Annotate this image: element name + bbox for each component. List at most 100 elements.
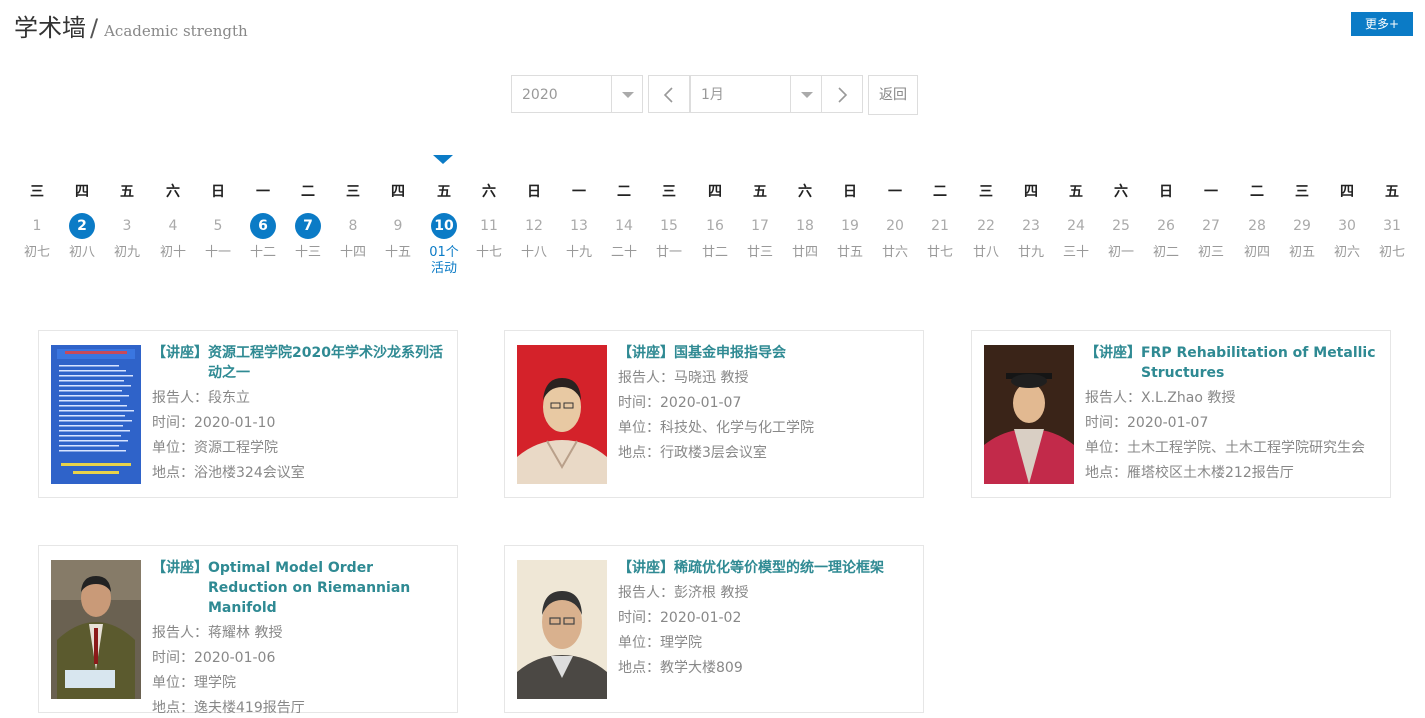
event-card[interactable]: 【讲座】 Optimal Model Order Reduction on Rie… xyxy=(38,545,458,716)
day-number[interactable]: 19 xyxy=(837,213,863,239)
day-number-event[interactable]: 7 xyxy=(295,213,321,239)
day-number[interactable]: 4 xyxy=(160,213,186,239)
day-number[interactable]: 23 xyxy=(1018,213,1044,239)
event-title: 国基金申报指导会 xyxy=(674,345,786,361)
event-title-link[interactable]: 【讲座】 稀疏优化等价模型的统一理论框架 xyxy=(618,558,913,578)
calendar-day[interactable]: 日 12 十八 xyxy=(514,182,554,261)
day-number[interactable]: 5 xyxy=(205,213,231,239)
weekday-label: 一 xyxy=(1204,184,1218,200)
activity-count[interactable]: 01个活动 xyxy=(429,245,459,277)
month-value: 1月 xyxy=(701,87,724,103)
calendar-day[interactable]: 四 23 廿九 xyxy=(1011,182,1051,261)
day-number[interactable]: 28 xyxy=(1244,213,1270,239)
lunar-date: 廿九 xyxy=(1017,245,1044,260)
day-number[interactable]: 20 xyxy=(882,213,908,239)
calendar-day[interactable]: 三 15 廿一 xyxy=(649,182,689,261)
day-number[interactable]: 22 xyxy=(973,213,999,239)
calendar-day[interactable]: 五 24 三十 xyxy=(1056,182,1096,261)
weekday-label: 二 xyxy=(617,184,631,200)
event-card[interactable]: 【讲座】 资源工程学院2020年学术沙龙系列活动之一 报告人：段东立 时间：2020-… xyxy=(38,330,458,498)
day-number-event[interactable]: 6 xyxy=(250,213,276,239)
day-number-event[interactable]: 10 xyxy=(431,213,457,239)
calendar-day[interactable]: 三 8 十四 xyxy=(333,182,373,261)
calendar-day[interactable]: 一 20 廿六 xyxy=(875,182,915,261)
month-select[interactable]: 1月 xyxy=(690,75,791,113)
calendar-day[interactable]: 三 22 廿八 xyxy=(966,182,1006,261)
event-unit: 单位：资源工程学院 xyxy=(152,440,278,456)
day-number-event[interactable]: 2 xyxy=(69,213,95,239)
prev-month-button[interactable] xyxy=(648,75,690,113)
calendar-day[interactable]: 四 9 十五 xyxy=(378,182,418,261)
calendar-day[interactable]: 五 10 01个活动 xyxy=(424,182,464,277)
more-button[interactable]: 更多+ xyxy=(1351,12,1413,36)
calendar-day[interactable]: 五 31 初七 xyxy=(1372,182,1412,261)
event-title-link[interactable]: 【讲座】 FRP Rehabilitation of Metallic Struc… xyxy=(1085,343,1380,383)
event-title-link[interactable]: 【讲座】 国基金申报指导会 xyxy=(618,343,913,363)
day-number[interactable]: 27 xyxy=(1198,213,1224,239)
lunar-date: 十二 xyxy=(249,245,276,260)
day-number[interactable]: 13 xyxy=(566,213,592,239)
day-number[interactable]: 9 xyxy=(385,213,411,239)
calendar-day[interactable]: 一 13 十九 xyxy=(559,182,599,261)
day-number[interactable]: 29 xyxy=(1289,213,1315,239)
event-poster-image[interactable] xyxy=(51,345,141,484)
calendar-day[interactable]: 日 5 十一 xyxy=(198,182,238,261)
day-number[interactable]: 21 xyxy=(927,213,953,239)
weekday-label: 六 xyxy=(482,184,496,200)
year-select[interactable]: 2020 xyxy=(511,75,612,113)
event-card[interactable]: 【讲座】 国基金申报指导会 报告人：马晓迅 教授 时间：2020-01-07 单位：科技… xyxy=(504,330,924,498)
month-dropdown-toggle[interactable] xyxy=(790,75,822,113)
event-title-link[interactable]: 【讲座】 Optimal Model Order Reduction on Rie… xyxy=(152,558,447,618)
day-number[interactable]: 17 xyxy=(747,213,773,239)
calendar-day[interactable]: 五 17 廿三 xyxy=(740,182,780,261)
event-title-link[interactable]: 【讲座】 资源工程学院2020年学术沙龙系列活动之一 xyxy=(152,343,447,383)
calendar-day[interactable]: 二 14 二十 xyxy=(604,182,644,261)
calendar-day[interactable]: 三 1 初七 xyxy=(17,182,57,261)
speaker-photo[interactable] xyxy=(51,560,141,699)
calendar-day[interactable]: 四 16 廿二 xyxy=(695,182,735,261)
day-number[interactable]: 18 xyxy=(792,213,818,239)
calendar-day[interactable]: 四 30 初六 xyxy=(1327,182,1367,261)
event-card[interactable]: 【讲座】 FRP Rehabilitation of Metallic Struc… xyxy=(971,330,1391,498)
calendar-day[interactable]: 日 26 初二 xyxy=(1146,182,1186,261)
calendar-day[interactable]: 日 19 廿五 xyxy=(830,182,870,261)
calendar-day[interactable]: 二 21 廿七 xyxy=(920,182,960,261)
calendar-day[interactable]: 六 4 初十 xyxy=(153,182,193,261)
calendar-day[interactable]: 五 3 初九 xyxy=(107,182,147,261)
calendar-day[interactable]: 一 27 初三 xyxy=(1191,182,1231,261)
day-number[interactable]: 24 xyxy=(1063,213,1089,239)
weekday-label: 五 xyxy=(437,184,451,200)
chevron-down-icon xyxy=(622,92,634,98)
event-card[interactable]: 【讲座】 稀疏优化等价模型的统一理论框架 报告人：彭济根 教授 时间：2020-01-… xyxy=(504,545,924,713)
lunar-date: 十九 xyxy=(565,245,592,260)
next-month-button[interactable] xyxy=(821,75,863,113)
day-number[interactable]: 11 xyxy=(476,213,502,239)
calendar-day[interactable]: 六 18 廿四 xyxy=(785,182,825,261)
day-number[interactable]: 14 xyxy=(611,213,637,239)
calendar-day[interactable]: 二 7 十三 xyxy=(288,182,328,261)
calendar-day[interactable]: 一 6 十二 xyxy=(243,182,283,261)
speaker-photo[interactable] xyxy=(984,345,1074,484)
day-number[interactable]: 1 xyxy=(24,213,50,239)
back-button[interactable]: 返回 xyxy=(868,75,918,115)
lunar-date: 廿三 xyxy=(746,245,773,260)
calendar-day[interactable]: 六 11 十七 xyxy=(469,182,509,261)
calendar-day[interactable]: 三 29 初五 xyxy=(1282,182,1322,261)
day-number[interactable]: 8 xyxy=(340,213,366,239)
event-time: 时间：2020-01-06 xyxy=(152,650,276,666)
day-number[interactable]: 16 xyxy=(702,213,728,239)
day-number[interactable]: 25 xyxy=(1108,213,1134,239)
speaker-photo[interactable] xyxy=(517,345,607,484)
day-number[interactable]: 31 xyxy=(1379,213,1405,239)
day-number[interactable]: 26 xyxy=(1153,213,1179,239)
day-number[interactable]: 30 xyxy=(1334,213,1360,239)
calendar-day[interactable]: 四 2 初八 xyxy=(62,182,102,261)
calendar-day[interactable]: 二 28 初四 xyxy=(1237,182,1277,261)
day-number[interactable]: 3 xyxy=(114,213,140,239)
calendar-day[interactable]: 六 25 初一 xyxy=(1101,182,1141,261)
weekday-label: 六 xyxy=(798,184,812,200)
day-number[interactable]: 12 xyxy=(521,213,547,239)
day-number[interactable]: 15 xyxy=(656,213,682,239)
year-dropdown-toggle[interactable] xyxy=(611,75,643,113)
speaker-photo[interactable] xyxy=(517,560,607,699)
